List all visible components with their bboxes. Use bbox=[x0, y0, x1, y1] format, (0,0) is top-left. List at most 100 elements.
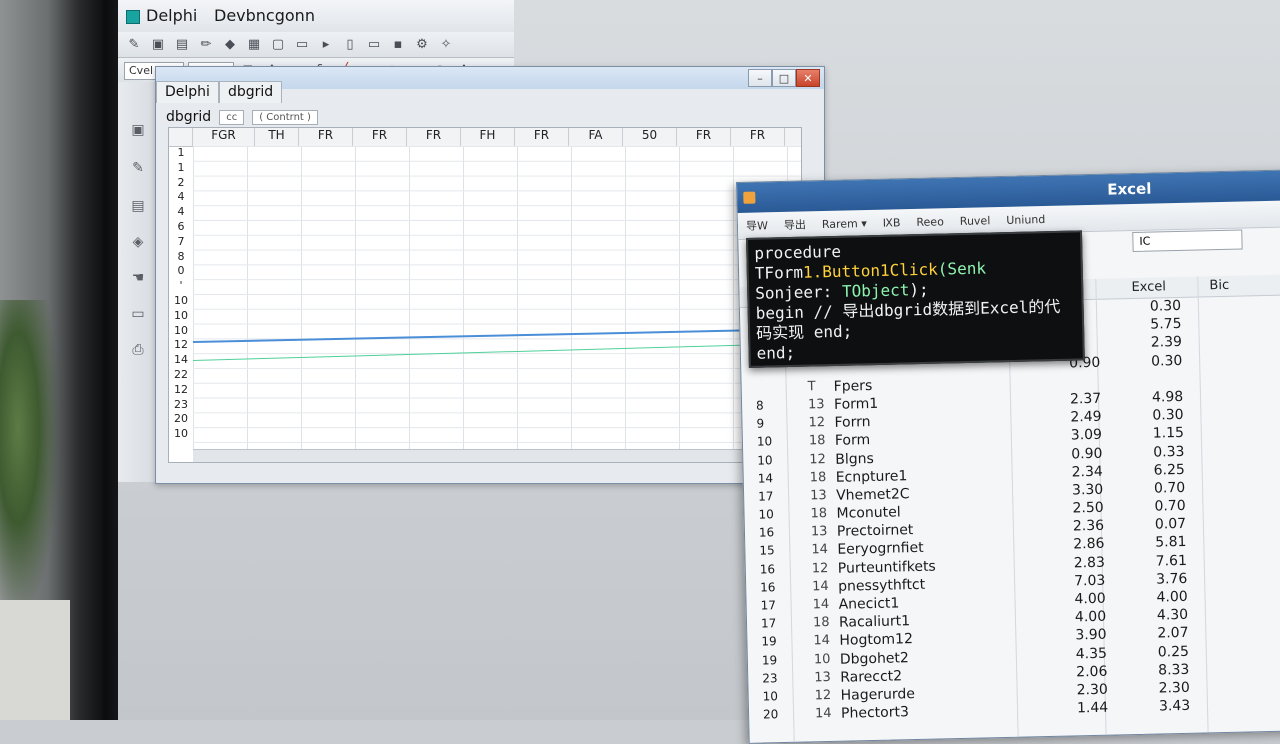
excel-cell-c1: 14 bbox=[811, 542, 829, 558]
excel-cell-c2: Form bbox=[834, 432, 871, 450]
pointer-icon[interactable]: ☚ bbox=[128, 268, 148, 288]
excel-cell-c4: 7.61 bbox=[1155, 552, 1188, 570]
run-icon[interactable]: ▸ bbox=[316, 35, 336, 55]
col-header-excel: Excel bbox=[1131, 279, 1167, 296]
grid-column-header[interactable]: FR bbox=[677, 128, 731, 146]
grid-column-header[interactable]: FR bbox=[407, 128, 461, 146]
dbgrid-label: dbgrid bbox=[166, 109, 212, 125]
excel-cell-c2: Form1 bbox=[833, 395, 879, 413]
close-button[interactable]: ✕ bbox=[796, 69, 820, 87]
excel-cell-c2: Vhemet2C bbox=[835, 486, 910, 504]
excel-cell-rn: 10 bbox=[762, 689, 779, 704]
ide-doc-title: Devbncgonn bbox=[214, 6, 315, 25]
grid-row-number: 4 bbox=[177, 205, 185, 219]
excel-cell-c1: 14 bbox=[812, 578, 829, 595]
excel-cell-c4: 4.00 bbox=[1156, 588, 1188, 606]
grid-row-number: 10 bbox=[174, 308, 188, 322]
excel-cell-c1: 13 bbox=[809, 487, 827, 504]
excel-cell-c4: 3.76 bbox=[1155, 570, 1188, 588]
excel-cell-rn: 10 bbox=[756, 434, 773, 449]
pause-icon[interactable]: ▯ bbox=[340, 35, 360, 55]
excel-cell-c2: Eeryogrnfiet bbox=[837, 540, 924, 559]
grid-column-header[interactable]: FR bbox=[515, 128, 569, 146]
step-icon[interactable]: ▪ bbox=[388, 35, 408, 55]
grid-column-header[interactable]: FR bbox=[353, 128, 407, 146]
pencil-icon[interactable]: ✏ bbox=[196, 35, 216, 55]
cube-icon[interactable]: ◈ bbox=[128, 232, 148, 252]
open-icon[interactable]: ▣ bbox=[148, 35, 168, 55]
excel-cell-c1: 10 bbox=[813, 651, 831, 667]
excel-cell-c4: 1.15 bbox=[1152, 425, 1185, 442]
grid-horizontal-scrollbar[interactable] bbox=[193, 449, 801, 462]
excel-cell-c2: Racaliurt1 bbox=[838, 613, 911, 631]
excel-menu-item[interactable]: ⅨB bbox=[883, 216, 901, 229]
excel-cell-c4: 0.30 bbox=[1152, 407, 1184, 424]
excel-cell-rn: 19 bbox=[761, 634, 777, 649]
grid-row-number: 12 bbox=[174, 382, 188, 396]
grid-cells[interactable] bbox=[193, 146, 801, 462]
tab-delphi[interactable]: Delphi bbox=[156, 81, 219, 103]
monitor-icon[interactable]: ▭ bbox=[128, 304, 148, 324]
grid-column-header[interactable]: FH bbox=[461, 128, 515, 146]
excel-menu-item[interactable]: 导出 bbox=[784, 216, 806, 232]
excel-cell-c3: 2.06 bbox=[1076, 663, 1108, 681]
excel-title: Excel bbox=[1107, 179, 1152, 199]
excel-cell-c4: 3.43 bbox=[1158, 697, 1191, 715]
form-tabs: Delphi dbgrid bbox=[156, 81, 283, 103]
excel-combo[interactable]: IC bbox=[1132, 229, 1243, 253]
excel-cell-rn: 20 bbox=[762, 707, 779, 722]
caption-box[interactable]: ( Contrnt ) bbox=[252, 109, 318, 125]
grid-icon[interactable]: ▦ bbox=[244, 35, 264, 55]
printer-icon[interactable]: ⎙ bbox=[128, 340, 148, 360]
grid-row-number: 4 bbox=[177, 190, 185, 204]
excel-menu-item[interactable]: 导W bbox=[746, 217, 768, 233]
pencil-icon[interactable]: ✎ bbox=[128, 158, 148, 178]
grid-column-header[interactable]: TH bbox=[255, 128, 299, 146]
excel-menu-item[interactable]: Uniund bbox=[1006, 212, 1045, 226]
field-box[interactable]: cc bbox=[219, 109, 245, 125]
excel-menu-item[interactable]: Ruvel bbox=[960, 214, 991, 228]
grid-column-header[interactable]: FR bbox=[299, 128, 353, 146]
excel-cell-c3: 4.35 bbox=[1075, 645, 1108, 662]
excel-cell-c3: 2.36 bbox=[1072, 517, 1105, 535]
excel-menu-item[interactable]: Reeo bbox=[916, 215, 944, 229]
excel-cell-rn: 17 bbox=[760, 616, 777, 631]
grid-column-header[interactable]: FA bbox=[569, 128, 623, 146]
excel-cell-c3: 2.30 bbox=[1076, 681, 1108, 699]
excel-cell-c1: 12 bbox=[808, 415, 826, 431]
new-icon[interactable]: ✎ bbox=[124, 35, 144, 55]
grid-column-header[interactable]: FGR bbox=[193, 128, 255, 146]
excel-cell-c2: Hagerurde bbox=[840, 686, 916, 704]
component-icon[interactable]: ▣ bbox=[128, 120, 148, 140]
tools-icon[interactable]: ⚙ bbox=[412, 35, 432, 55]
monitor-icon[interactable]: ▭ bbox=[364, 35, 384, 55]
memo-icon[interactable]: ▤ bbox=[128, 196, 148, 216]
save-icon[interactable]: ▤ bbox=[172, 35, 192, 55]
eraser-icon[interactable]: ◆ bbox=[220, 35, 240, 55]
window-icon[interactable]: ▭ bbox=[292, 35, 312, 55]
grid-header: FGR TH FR FR FR FH FR FA 50 FR FR bbox=[169, 128, 801, 147]
excel-cell-c1: 12 bbox=[809, 451, 827, 467]
excel-menu-item[interactable]: Rarem ▾ bbox=[822, 217, 867, 231]
excel-cell-c2: Hogtom12 bbox=[839, 631, 914, 650]
grid-row-numbers: 1 1 2 4 4 6 7 8 0 ' 10 10 10 12 14 22 12 23 20 10 bbox=[169, 146, 193, 442]
tab-dbgrid[interactable]: dbgrid bbox=[218, 81, 283, 103]
grid-column-header[interactable]: FR bbox=[731, 128, 785, 146]
excel-cell-c1: 14 bbox=[814, 706, 832, 722]
grid-column-header[interactable]: 50 bbox=[623, 128, 677, 146]
excel-cell-c2: Purteuntifkets bbox=[837, 558, 936, 577]
grid-row-number: 10 bbox=[174, 323, 188, 337]
excel-cell-c3: 2.86 bbox=[1073, 536, 1105, 553]
excel-cell-c3: 1.44 bbox=[1076, 699, 1109, 717]
frame-icon[interactable]: ▢ bbox=[268, 35, 288, 55]
delphi-logo-icon bbox=[126, 10, 140, 24]
dbgrid-component[interactable]: FGR TH FR FR FR FH FR FA 50 FR FR 1 1 2 4 4 6 7 8 0 ' 10 10 10… bbox=[168, 127, 802, 463]
minimize-button[interactable]: – bbox=[748, 69, 772, 87]
wrench-icon[interactable]: ✧ bbox=[436, 35, 456, 55]
plant-decoration bbox=[0, 300, 60, 620]
component-palette: ▣ ✎ ▤ ◈ ☚ ▭ ⎙ bbox=[118, 82, 159, 482]
maximize-button[interactable]: □ bbox=[772, 69, 796, 87]
col-header-bic: Bic bbox=[1209, 277, 1230, 294]
excel-cell-rn: 14 bbox=[757, 470, 774, 486]
excel-cell-c3: 2.49 bbox=[1070, 408, 1102, 426]
